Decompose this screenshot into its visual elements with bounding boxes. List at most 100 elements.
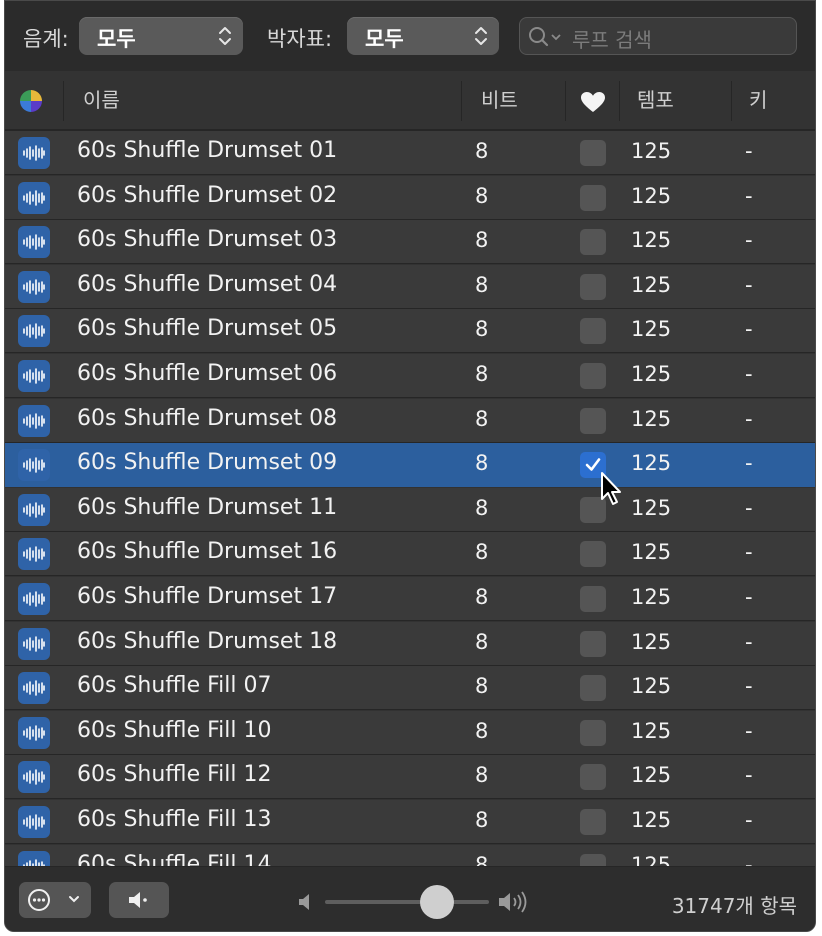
audio-loop-icon [18,270,50,303]
column-separator [731,81,732,121]
loop-tempo: 125 [631,674,672,699]
preview-speaker-button[interactable] [109,882,169,918]
loop-tempo: 125 [631,183,672,208]
table-row[interactable]: 60s Shuffle Drumset 03 8 125 - [5,220,815,265]
favorite-checkbox[interactable] [580,630,606,657]
favorite-checkbox[interactable] [580,853,606,866]
loop-name: 60s Shuffle Drumset 04 [77,271,338,297]
favorite-checkbox[interactable] [580,273,606,300]
volume-slider[interactable] [325,900,489,904]
column-separator [461,81,462,121]
loop-name: 60s Shuffle Fill 14 [77,851,272,866]
search-icon[interactable] [528,26,568,48]
favorite-checkbox[interactable] [580,541,606,568]
audio-loop-icon [18,716,50,749]
favorite-checkbox[interactable] [580,140,606,166]
loop-beats: 8 [475,228,489,253]
table-row[interactable]: 60s Shuffle Drumset 04 8 125 - [5,264,815,309]
favorite-checkbox[interactable] [580,586,606,612]
table-row[interactable]: 60s Shuffle Drumset 11 8 125 - [5,487,815,532]
loop-name: 60s Shuffle Drumset 02 [77,182,338,208]
loop-tempo: 125 [631,718,672,743]
favorite-checkbox[interactable] [580,809,606,835]
scale-popup[interactable]: 모두 [79,17,243,55]
loop-beats: 8 [475,406,489,431]
loop-key: - [745,852,753,866]
loop-name: 60s Shuffle Fill 12 [77,762,272,788]
loop-beats: 8 [475,763,489,788]
loop-beats: 8 [475,718,489,743]
favorite-checkbox[interactable] [580,407,606,434]
loop-name: 60s Shuffle Drumset 16 [77,539,338,565]
column-header-beats[interactable]: 비트 [481,71,518,129]
favorite-checkbox[interactable] [580,318,606,345]
loop-key: - [745,183,753,208]
signature-popup[interactable]: 모두 [347,17,499,55]
loop-tempo: 125 [631,362,672,386]
favorite-checkbox[interactable] [580,719,606,746]
table-row[interactable]: 60s Shuffle Drumset 02 8 125 - [5,175,815,220]
loop-name: 60s Shuffle Drumset 08 [77,405,338,431]
loop-name: 60s Shuffle Drumset 09 [77,450,338,476]
loop-name: 60s Shuffle Fill 13 [77,807,272,832]
loop-beats: 8 [475,540,489,565]
mouse-cursor-icon [601,472,621,505]
favorite-checkbox[interactable] [580,675,606,702]
loop-tempo: 125 [631,495,672,520]
table-row[interactable]: 60s Shuffle Fill 10 8 125 - [5,710,815,755]
loop-tempo: 125 [631,629,672,654]
loop-beats: 8 [475,139,489,163]
loop-name: 60s Shuffle Drumset 06 [77,361,338,386]
loop-tempo: 125 [631,852,672,866]
heart-icon[interactable] [580,91,606,113]
item-count: 31747개 항목 [671,894,797,918]
table-row[interactable]: 60s Shuffle Fill 14 8 125 - [5,844,815,866]
table-row[interactable]: 60s Shuffle Fill 12 8 125 - [5,755,815,800]
loop-key: - [745,674,753,699]
loop-key: - [745,228,753,253]
volume-high-icon [499,891,527,913]
audio-loop-icon [18,315,50,348]
loop-tempo: 125 [631,451,672,476]
table-row[interactable]: 60s Shuffle Drumset 01 8 125 - [5,131,815,175]
loop-key: - [745,495,753,520]
search-placeholder: 루프 검색 [572,28,652,52]
audio-loop-icon [18,806,50,838]
loop-beats: 8 [475,808,489,832]
table-row[interactable]: 60s Shuffle Drumset 06 8 125 - [5,354,815,398]
loop-name: 60s Shuffle Drumset 05 [77,316,338,342]
table-row[interactable]: 60s Shuffle Drumset 16 8 125 - [5,532,815,577]
favorite-checkbox[interactable] [580,363,606,389]
loop-tempo: 125 [631,808,672,832]
column-header-key[interactable]: 키 [749,71,767,129]
favorite-checkbox[interactable] [580,764,606,791]
loop-key: - [745,317,753,342]
table-row[interactable]: 60s Shuffle Drumset 17 8 125 - [5,577,815,621]
table-row[interactable]: 60s Shuffle Drumset 05 8 125 - [5,309,815,354]
loop-key: - [745,272,753,297]
loop-tempo: 125 [631,272,672,297]
loop-key: - [745,585,753,609]
loop-beats: 8 [475,451,489,476]
favorite-checkbox[interactable] [580,229,606,256]
loop-tempo: 125 [631,228,672,253]
more-options-button[interactable] [19,882,91,918]
audio-loop-icon [18,449,50,482]
table-row[interactable]: 60s Shuffle Drumset 09 8 125 - [5,443,815,488]
audio-loop-icon [18,850,50,866]
table-row[interactable]: 60s Shuffle Drumset 08 8 125 - [5,398,815,443]
table-row[interactable]: 60s Shuffle Fill 07 8 125 - [5,666,815,711]
column-header-name[interactable]: 이름 [83,71,120,129]
table-row[interactable]: 60s Shuffle Fill 13 8 125 - [5,800,815,844]
loop-beats: 8 [475,495,489,520]
loop-search-field[interactable]: 루프 검색 [519,17,797,55]
column-header-tempo[interactable]: 템포 [637,71,674,129]
loop-beats: 8 [475,674,489,699]
loop-name: 60s Shuffle Drumset 18 [77,628,338,654]
table-row[interactable]: 60s Shuffle Drumset 18 8 125 - [5,621,815,666]
audio-loop-icon [18,493,50,526]
volume-slider-knob[interactable] [419,885,454,919]
favorite-checkbox[interactable] [580,184,606,211]
loop-type-color-icon[interactable] [19,89,43,113]
loop-list[interactable]: 60s Shuffle Drumset 01 8 125- 60s Shuffle D… [5,131,815,866]
